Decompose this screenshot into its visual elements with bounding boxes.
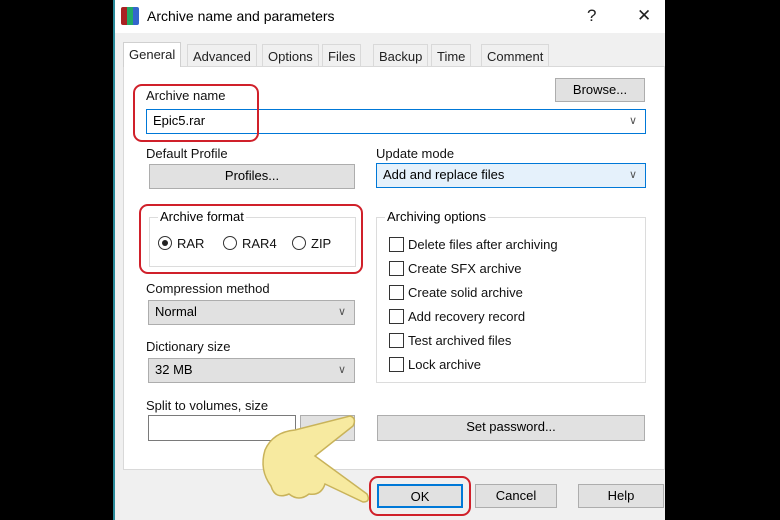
archiving-options-label: Archiving options <box>385 209 488 224</box>
profiles-button[interactable]: Profiles... <box>149 164 355 189</box>
archive-dialog: Archive name and parameters ? ✕ General … <box>113 0 665 520</box>
tab-advanced[interactable]: Advanced <box>187 44 257 66</box>
title-bar: Archive name and parameters ? ✕ <box>115 0 665 33</box>
dictionary-value: 32 MB <box>155 362 193 377</box>
checkbox-delete-files[interactable] <box>389 237 404 252</box>
checkbox-solid-archive-label: Create solid archive <box>408 285 523 300</box>
dictionary-size-select[interactable]: 32 MB ∨ <box>148 358 355 383</box>
checkbox-create-sfx-label: Create SFX archive <box>408 261 522 276</box>
tab-backup[interactable]: Backup <box>373 44 429 66</box>
checkbox-create-sfx[interactable] <box>389 261 404 276</box>
checkbox-delete-files-label: Delete files after archiving <box>408 237 558 252</box>
checkbox-lock-archive-label: Lock archive <box>408 357 481 372</box>
window-title: Archive name and parameters <box>147 8 335 24</box>
update-mode-value: Add and replace files <box>383 167 505 182</box>
default-profile-label: Default Profile <box>146 146 228 161</box>
help-button[interactable]: Help <box>578 484 664 508</box>
tab-time[interactable]: Time <box>431 44 472 66</box>
update-mode-select[interactable]: Add and replace files ∨ <box>376 163 646 188</box>
close-icon[interactable]: ✕ <box>637 6 651 26</box>
checkbox-recovery-record-label: Add recovery record <box>408 309 526 324</box>
general-panel: Archive name Browse... Epic5.rar ∨ Defaul… <box>123 66 665 470</box>
tab-files[interactable]: Files <box>322 44 362 66</box>
chevron-down-icon[interactable]: ∨ <box>338 301 346 323</box>
set-password-button[interactable]: Set password... <box>377 415 645 441</box>
chevron-down-icon[interactable]: ∨ <box>338 359 346 381</box>
compression-method-select[interactable]: Normal ∨ <box>148 300 355 325</box>
tab-comment[interactable]: Comment <box>481 44 550 66</box>
checkbox-lock-archive[interactable] <box>389 357 404 372</box>
split-volumes-label: Split to volumes, size <box>146 398 269 413</box>
tab-general[interactable]: General <box>123 42 182 67</box>
winrar-icon <box>121 7 139 25</box>
cancel-button[interactable]: Cancel <box>475 484 557 508</box>
chevron-down-icon[interactable]: ∨ <box>629 164 637 186</box>
update-mode-label: Update mode <box>376 146 455 161</box>
archiving-options-group: Archiving options Delete files after arc… <box>376 209 646 383</box>
help-icon[interactable]: ? <box>587 6 596 26</box>
dictionary-size-label: Dictionary size <box>146 339 231 354</box>
checkbox-test-files[interactable] <box>389 333 404 348</box>
checkbox-test-files-label: Test archived files <box>408 333 512 348</box>
highlight-archive-format <box>139 204 363 274</box>
tab-options[interactable]: Options <box>262 44 319 66</box>
compression-method-label: Compression method <box>146 281 270 296</box>
compression-value: Normal <box>155 304 197 319</box>
highlight-ok <box>369 476 471 516</box>
browse-button[interactable]: Browse... <box>555 78 645 102</box>
chevron-down-icon[interactable]: ∨ <box>629 110 637 132</box>
checkbox-recovery-record[interactable] <box>389 309 404 324</box>
checkbox-solid-archive[interactable] <box>389 285 404 300</box>
highlight-archive-name <box>133 84 259 142</box>
pointing-hand-icon <box>262 415 370 503</box>
